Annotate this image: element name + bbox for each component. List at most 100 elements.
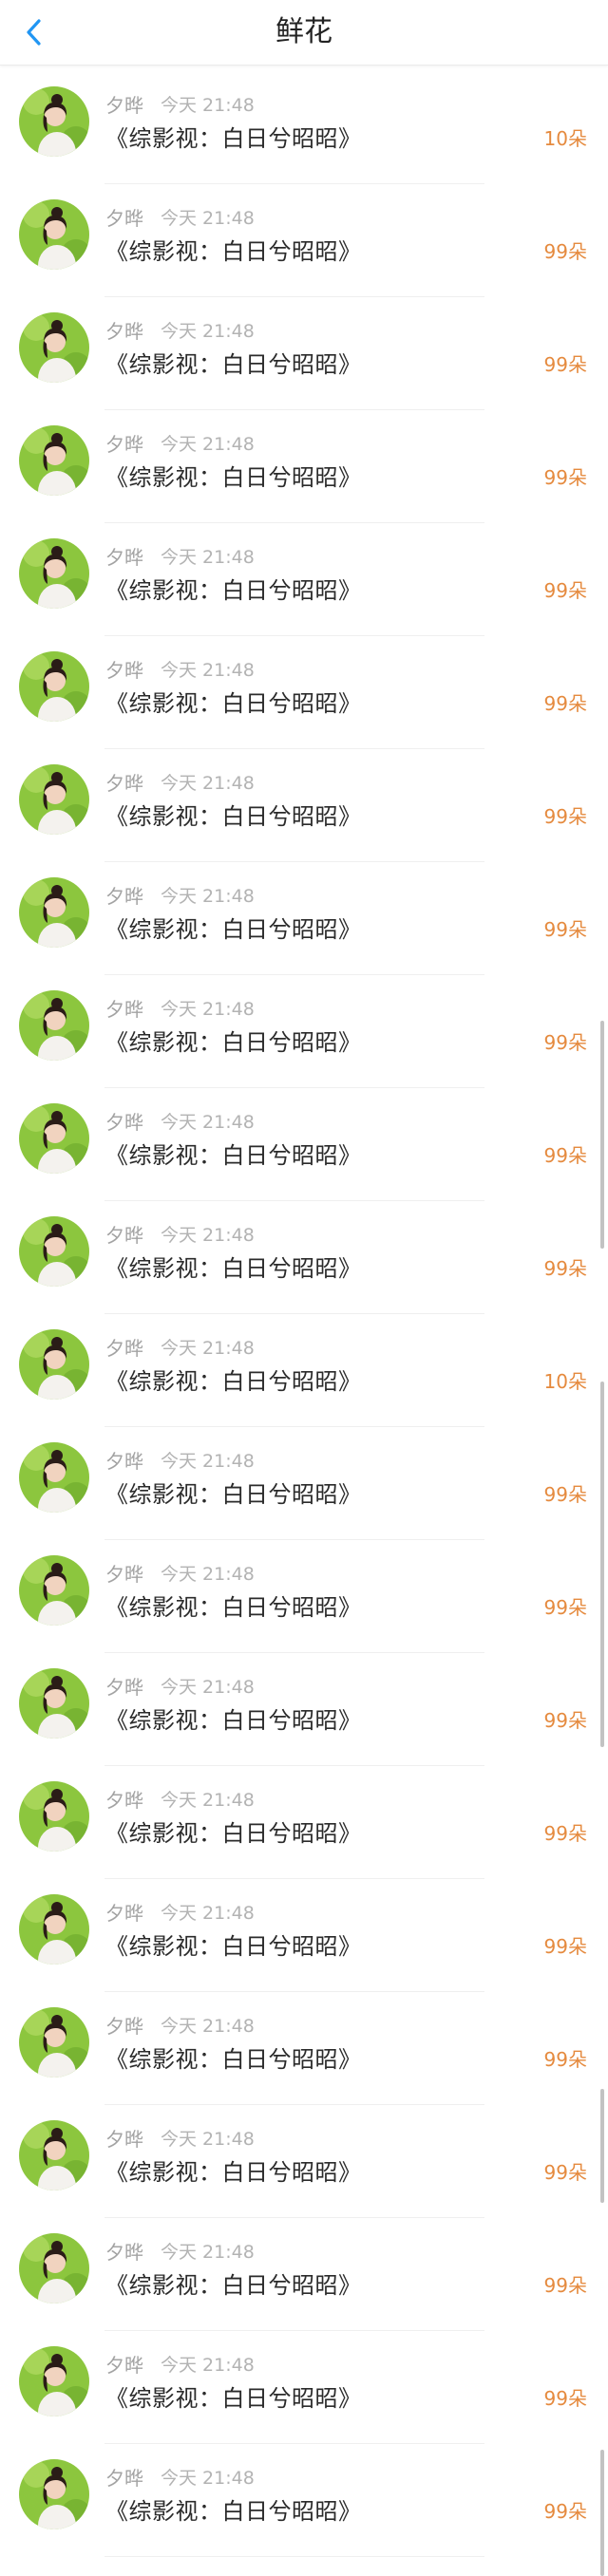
avatar[interactable]	[19, 2459, 89, 2529]
timestamp: 今天 21:48	[161, 434, 255, 455]
username: 夕晔	[105, 2467, 143, 2490]
list-item[interactable]: 夕晔 今天 21:48 《综影视：白日兮昭昭》 99朵	[0, 523, 608, 636]
gift-title: 《综影视：白日兮昭昭》	[105, 690, 362, 717]
list-item[interactable]: 夕晔 今天 21:48 《综影视：白日兮昭昭》 99朵	[0, 1427, 608, 1540]
avatar-image	[19, 2007, 89, 2078]
row-divider	[104, 2556, 484, 2557]
avatar[interactable]	[19, 1216, 89, 1287]
avatar[interactable]	[19, 1329, 89, 1400]
list-item[interactable]: 夕晔 今天 21:48 《综影视：白日兮昭昭》 99朵	[0, 1201, 608, 1314]
gift-title: 《综影视：白日兮昭昭》	[105, 2046, 362, 2073]
avatar-image	[19, 1555, 89, 1626]
list-item[interactable]: 夕晔 今天 21:48 《综影视：白日兮昭昭》 99朵	[0, 1879, 608, 1992]
flower-count: 10朵	[543, 1370, 587, 1393]
avatar[interactable]	[19, 425, 89, 496]
list-item[interactable]: 夕晔 今天 21:48 《综影视：白日兮昭昭》 99朵	[0, 184, 608, 297]
timestamp: 今天 21:48	[161, 2129, 255, 2150]
timestamp: 今天 21:48	[161, 547, 255, 568]
avatar[interactable]	[19, 1103, 89, 1174]
list-item[interactable]: 夕晔 今天 21:48 《综影视：白日兮昭昭》 99朵	[0, 1992, 608, 2105]
avatar[interactable]	[19, 199, 89, 270]
avatar[interactable]	[19, 1668, 89, 1739]
gift-title: 《综影视：白日兮昭昭》	[105, 803, 362, 830]
list-item[interactable]: 夕晔 今天 21:48 《综影视：白日兮昭昭》 10朵	[0, 1314, 608, 1427]
flower-count: 99朵	[543, 2387, 587, 2410]
gift-title: 《综影视：白日兮昭昭》	[105, 1029, 362, 1056]
list-item[interactable]: 夕晔 今天 21:48 《综影视：白日兮昭昭》 99朵	[0, 749, 608, 862]
list-item[interactable]: 夕晔 今天 21:48 《综影视：白日兮昭昭》 99朵	[0, 1766, 608, 1879]
gift-title: 《综影视：白日兮昭昭》	[105, 1707, 362, 1734]
avatar[interactable]	[19, 312, 89, 383]
list-item[interactable]: 夕晔 今天 21:48 《综影视：白日兮昭昭》 99朵	[0, 2444, 608, 2557]
gift-title: 《综影视：白日兮昭昭》	[105, 125, 362, 152]
scrollbar[interactable]	[600, 2450, 604, 2576]
list-item[interactable]: 夕晔 今天 21:48 《综影视：白日兮昭昭》 99朵	[0, 1088, 608, 1201]
username: 夕晔	[105, 2354, 143, 2377]
list-item[interactable]: 夕晔 今天 21:48 《综影视：白日兮昭昭》 99朵	[0, 2105, 608, 2218]
gift-title: 《综影视：白日兮昭昭》	[105, 1933, 362, 1960]
scrollbar[interactable]	[600, 1382, 604, 1747]
username: 夕晔	[105, 1224, 143, 1247]
avatar[interactable]	[19, 1894, 89, 1965]
gift-title: 《综影视：白日兮昭昭》	[105, 1594, 362, 1621]
avatar[interactable]	[19, 2120, 89, 2191]
avatar[interactable]	[19, 2007, 89, 2078]
timestamp: 今天 21:48	[161, 1677, 255, 1698]
username: 夕晔	[105, 1902, 143, 1925]
avatar[interactable]	[19, 877, 89, 948]
avatar-image	[19, 312, 89, 383]
username: 夕晔	[105, 885, 143, 908]
timestamp: 今天 21:48	[161, 886, 255, 907]
avatar[interactable]	[19, 1555, 89, 1626]
timestamp: 今天 21:48	[161, 773, 255, 794]
flower-count: 99朵	[543, 2048, 587, 2071]
scrollbar[interactable]	[600, 2089, 604, 2203]
flower-gift-list: 夕晔 今天 21:48 《综影视：白日兮昭昭》 10朵 夕晔 今天 21:48 …	[0, 71, 608, 2557]
avatar[interactable]	[19, 1781, 89, 1852]
list-item[interactable]: 夕晔 今天 21:48 《综影视：白日兮昭昭》 99朵	[0, 975, 608, 1088]
avatar-image	[19, 1668, 89, 1739]
list-item[interactable]: 夕晔 今天 21:48 《综影视：白日兮昭昭》 99朵	[0, 1653, 608, 1766]
scrollbar[interactable]	[600, 1021, 604, 1249]
timestamp: 今天 21:48	[161, 2468, 255, 2489]
list-item[interactable]: 夕晔 今天 21:48 《综影视：白日兮昭昭》 99朵	[0, 636, 608, 749]
gift-title: 《综影视：白日兮昭昭》	[105, 2385, 362, 2412]
avatar[interactable]	[19, 86, 89, 157]
list-item[interactable]: 夕晔 今天 21:48 《综影视：白日兮昭昭》 99朵	[0, 2331, 608, 2444]
flower-count: 99朵	[543, 918, 587, 941]
timestamp: 今天 21:48	[161, 2355, 255, 2376]
gift-title: 《综影视：白日兮昭昭》	[105, 2272, 362, 2299]
avatar-image	[19, 86, 89, 157]
list-item[interactable]: 夕晔 今天 21:48 《综影视：白日兮昭昭》 10朵	[0, 71, 608, 184]
avatar[interactable]	[19, 2233, 89, 2303]
timestamp: 今天 21:48	[161, 1112, 255, 1133]
gift-title: 《综影视：白日兮昭昭》	[105, 464, 362, 491]
avatar-image	[19, 425, 89, 496]
list-item[interactable]: 夕晔 今天 21:48 《综影视：白日兮昭昭》 99朵	[0, 1540, 608, 1653]
avatar-image	[19, 1329, 89, 1400]
avatar[interactable]	[19, 651, 89, 722]
gift-title: 《综影视：白日兮昭昭》	[105, 577, 362, 604]
list-item[interactable]: 夕晔 今天 21:48 《综影视：白日兮昭昭》 99朵	[0, 297, 608, 410]
avatar-image	[19, 651, 89, 722]
list-item[interactable]: 夕晔 今天 21:48 《综影视：白日兮昭昭》 99朵	[0, 2218, 608, 2331]
flower-count: 99朵	[543, 466, 587, 489]
gift-title: 《综影视：白日兮昭昭》	[105, 1481, 362, 1508]
gift-title: 《综影视：白日兮昭昭》	[105, 1255, 362, 1282]
list-item[interactable]: 夕晔 今天 21:48 《综影视：白日兮昭昭》 99朵	[0, 862, 608, 975]
avatar[interactable]	[19, 990, 89, 1061]
avatar[interactable]	[19, 764, 89, 835]
username: 夕晔	[105, 2015, 143, 2038]
username: 夕晔	[105, 546, 143, 569]
avatar-image	[19, 2459, 89, 2529]
avatar-image	[19, 1894, 89, 1965]
top-nav-bar: 鲜花	[0, 0, 608, 66]
avatar[interactable]	[19, 538, 89, 609]
avatar[interactable]	[19, 1442, 89, 1513]
username: 夕晔	[105, 772, 143, 795]
avatar-image	[19, 1103, 89, 1174]
username: 夕晔	[105, 2241, 143, 2264]
avatar-image	[19, 2346, 89, 2416]
avatar[interactable]	[19, 2346, 89, 2416]
list-item[interactable]: 夕晔 今天 21:48 《综影视：白日兮昭昭》 99朵	[0, 410, 608, 523]
